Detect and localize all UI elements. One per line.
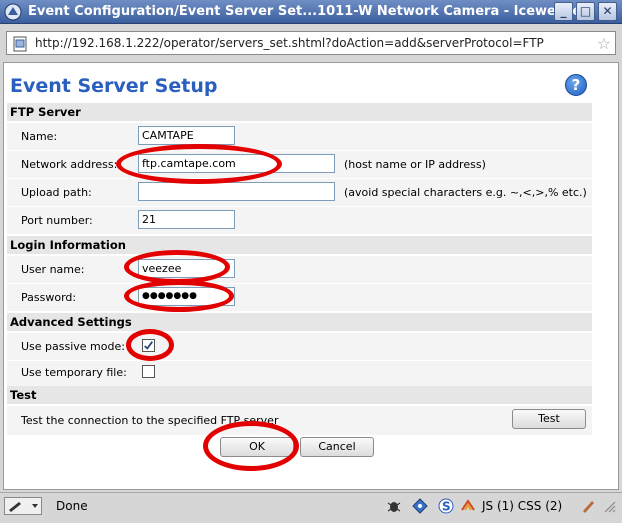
name-label: Name:: [21, 130, 58, 143]
test-description: Test the connection to the specified FTP…: [21, 414, 279, 427]
status-text: Done: [56, 499, 88, 513]
user-name-label: User name:: [21, 263, 85, 276]
close-button[interactable]: ✕: [598, 2, 617, 21]
address-bar: http://192.168.1.222/operator/servers_se…: [0, 25, 622, 61]
row-port-number: [7, 206, 592, 234]
section-header-test: Test: [7, 386, 592, 404]
flashgot-icon[interactable]: [460, 498, 476, 514]
section-header-ftp-server: FTP Server: [7, 103, 592, 121]
noscript-icon[interactable]: S: [438, 498, 454, 514]
temporary-file-checkbox[interactable]: [142, 365, 155, 378]
window-titlebar: Event Configuration/Event Server Set...1…: [0, 0, 622, 24]
name-input[interactable]: CAMTAPE: [138, 126, 235, 145]
row-name: [7, 122, 592, 150]
cancel-button[interactable]: Cancel: [300, 437, 374, 457]
minimize-button[interactable]: _: [554, 2, 573, 21]
port-number-input[interactable]: 21: [138, 210, 235, 229]
port-number-label: Port number:: [21, 214, 93, 227]
diamond-icon[interactable]: [412, 498, 428, 514]
password-input[interactable]: ●●●●●●●: [138, 287, 235, 306]
password-label: Password:: [21, 291, 77, 304]
upload-path-label: Upload path:: [21, 186, 92, 199]
bookmark-star-icon[interactable]: ☆: [597, 34, 611, 53]
checkmark-icon: [144, 341, 153, 350]
network-address-hint: (host name or IP address): [344, 158, 486, 171]
url-text: http://192.168.1.222/operator/servers_se…: [35, 36, 544, 50]
passive-mode-label: Use passive mode:: [21, 340, 125, 353]
network-address-label: Network address:: [21, 158, 118, 171]
url-field[interactable]: http://192.168.1.222/operator/servers_se…: [6, 31, 616, 55]
window-title: Event Configuration/Event Server Set...1…: [28, 4, 586, 19]
help-icon[interactable]: ?: [565, 74, 587, 96]
temporary-file-label: Use temporary file:: [21, 366, 127, 379]
page-icon: [13, 36, 27, 52]
row-user-name: [7, 255, 592, 283]
resize-grip-icon[interactable]: [601, 498, 617, 514]
page-content: Event Server Setup ? FTP Server Name: CA…: [3, 62, 619, 490]
maximize-button[interactable]: □: [576, 2, 595, 21]
bug-icon[interactable]: [386, 498, 402, 514]
section-header-advanced: Advanced Settings: [7, 313, 592, 331]
network-address-input[interactable]: ftp.camtape.com: [138, 154, 335, 173]
pen-icon: [9, 502, 38, 512]
page-title: Event Server Setup: [10, 75, 218, 97]
row-password: [7, 283, 592, 311]
js-css-indicator: JS (1) CSS (2): [482, 499, 563, 513]
status-tool-button[interactable]: [4, 497, 42, 515]
browser-icon: [4, 3, 22, 21]
user-name-input[interactable]: veezee: [138, 259, 235, 278]
section-header-login: Login Information: [7, 236, 592, 254]
status-bar: Done S JS (1) CSS (2): [0, 492, 622, 523]
svg-text:S: S: [442, 500, 451, 514]
ok-button[interactable]: OK: [220, 437, 294, 457]
test-button[interactable]: Test: [512, 409, 586, 429]
upload-path-hint: (avoid special characters e.g. ~,<,>,% e…: [344, 186, 587, 199]
passive-mode-checkbox[interactable]: [142, 339, 155, 352]
lock-off-icon: [583, 501, 594, 513]
upload-path-input[interactable]: [138, 182, 335, 201]
